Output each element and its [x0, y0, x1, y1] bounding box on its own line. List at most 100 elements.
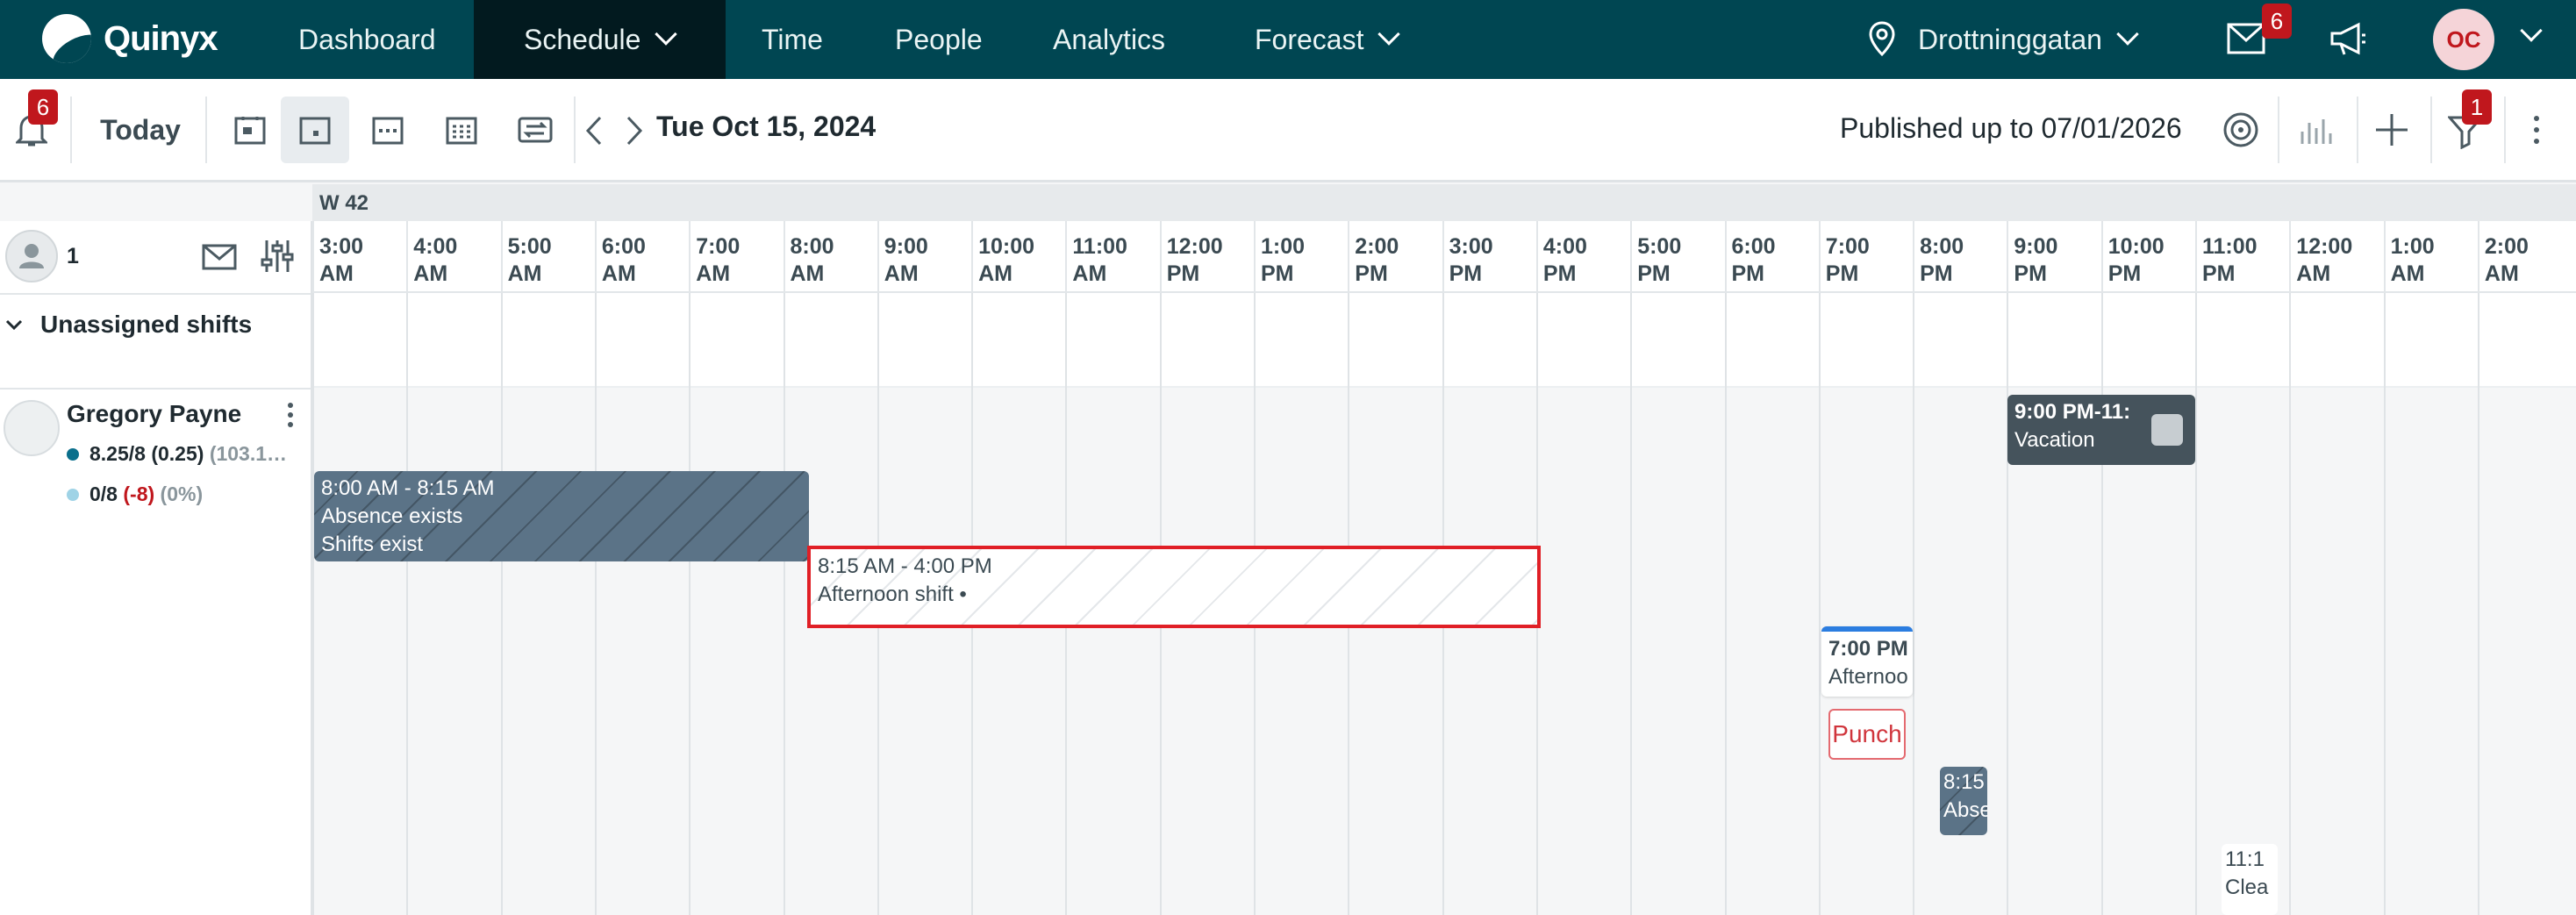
- hour-gridline: [1630, 293, 1633, 915]
- late-shift[interactable]: 11:1 Clea: [2222, 844, 2278, 915]
- hour-text-line: 1:00 AM: [2390, 234, 2435, 286]
- nav-people[interactable]: People: [895, 0, 983, 79]
- hour-label: 6:00 AM: [594, 221, 689, 293]
- add-icon[interactable]: [2374, 112, 2409, 147]
- hour-gridline: [2383, 293, 2386, 915]
- shift-time: 8:00 AM - 8:15 AM: [321, 476, 495, 500]
- view-day-button[interactable]: [281, 97, 349, 163]
- divider: [70, 97, 72, 163]
- hour-text-line: PM: [2107, 261, 2142, 286]
- evening-shift[interactable]: 7:00 PM Afternoo: [1821, 626, 1913, 697]
- hour-gridline: [406, 293, 409, 915]
- swap-view-button[interactable]: [502, 97, 569, 163]
- chevron-left-icon[interactable]: [584, 116, 604, 146]
- today-button[interactable]: Today: [88, 97, 193, 163]
- hour-label: 2:00 PM: [1348, 221, 1442, 293]
- hour-text: 3:00 PM: [1449, 233, 1531, 288]
- hour-label: 10:00 PM: [2100, 221, 2195, 293]
- divider: [205, 97, 207, 163]
- hour-text: 10:00 PM: [2108, 233, 2165, 288]
- sliders-icon[interactable]: [260, 239, 295, 274]
- hour-text-line: 5:00 PM: [1637, 234, 1682, 286]
- hour-text: 4:00 PM: [1543, 233, 1625, 288]
- nav-forecast[interactable]: Forecast: [1255, 0, 1401, 79]
- filter-badge: 1: [2462, 89, 2492, 125]
- punch-button[interactable]: Punch: [1828, 709, 1906, 760]
- hour-label: 2:00 AM: [2477, 221, 2572, 293]
- hour-text: 4:00 AM: [413, 233, 495, 288]
- divider: [2278, 97, 2279, 163]
- hour-label: 12:00 PM: [1159, 221, 1254, 293]
- vacation-shift[interactable]: 9:00 PM-11: Vacation: [2007, 395, 2195, 465]
- nav-schedule[interactable]: Schedule: [474, 0, 726, 79]
- hour-text-line: 7:00 AM: [696, 234, 741, 286]
- hour-text-line: PM: [2202, 261, 2236, 286]
- hour-text: 12:00 PM: [1167, 233, 1223, 288]
- shift-time: 8:15: [1943, 770, 1985, 794]
- hour-text-line: 12:00: [2296, 234, 2353, 259]
- checkbox[interactable]: [2151, 414, 2183, 446]
- nav-label: Schedule: [524, 23, 641, 55]
- chevron-right-icon[interactable]: [625, 116, 644, 146]
- scheduled-dot: [67, 448, 79, 461]
- absence-shift[interactable]: 8:00 AM - 8:15 AM Absence exists Shifts …: [314, 471, 809, 561]
- nav-time[interactable]: Time: [762, 0, 823, 79]
- quinyx-logo[interactable]: Quinyx: [42, 14, 218, 63]
- location-pin-icon: [1869, 21, 1895, 56]
- hour-text: 2:00 AM: [2485, 233, 2566, 288]
- nav-dashboard[interactable]: Dashboard: [298, 0, 436, 79]
- nav-label: Dashboard: [298, 23, 436, 55]
- selected-afternoon-shift[interactable]: 8:15 AM - 4:00 PM Afternoon shift •: [807, 546, 1541, 628]
- nav-label: Time: [762, 23, 823, 55]
- hour-gridline: [2007, 293, 2009, 915]
- employee-name[interactable]: Gregory Payne: [67, 400, 241, 428]
- megaphone-icon[interactable]: [2329, 21, 2367, 56]
- hours-stat-worked: 0/8 (-8) (0%): [67, 483, 203, 506]
- hour-label: 11:00 PM: [2195, 221, 2289, 293]
- shift-time: 7:00 PM: [1828, 637, 1908, 661]
- top-navigation: Quinyx Dashboard Schedule Time People An…: [0, 0, 2576, 79]
- nav-analytics[interactable]: Analytics: [1053, 0, 1165, 79]
- publish-icon[interactable]: [2222, 111, 2260, 149]
- scheduled-hours: 8.25/8 (0.25): [89, 442, 204, 465]
- swap-icon: [518, 117, 553, 143]
- shift-time: 11:1: [2225, 847, 2265, 871]
- unassigned-shifts-toggle[interactable]: Unassigned shifts: [0, 293, 311, 388]
- current-date[interactable]: Tue Oct 15, 2024: [656, 111, 876, 143]
- nav-label: Analytics: [1053, 23, 1166, 55]
- bar-chart-icon[interactable]: [2299, 112, 2334, 147]
- envelope-icon[interactable]: [202, 244, 237, 270]
- user-avatar[interactable]: OC: [2433, 9, 2494, 70]
- unassigned-row: [0, 293, 2576, 388]
- hour-text: 11:00 PM: [2202, 233, 2258, 288]
- view-week-button[interactable]: [354, 97, 421, 163]
- hour-text-line: 12:00: [1166, 234, 1223, 259]
- more-vertical-icon[interactable]: [286, 402, 295, 428]
- hour-text-line: 4:00 PM: [1542, 234, 1587, 286]
- hour-label: 9:00 AM: [877, 221, 971, 293]
- hour-label: 8:00 AM: [783, 221, 877, 293]
- view-shift-button[interactable]: [219, 97, 281, 163]
- worked-percent: (0%): [160, 483, 204, 505]
- hour-gridline: [594, 293, 597, 915]
- shift-label: Abse: [1943, 798, 1987, 822]
- more-vertical-icon[interactable]: [2532, 114, 2541, 146]
- hour-text: 12:00 AM: [2296, 233, 2352, 288]
- hour-text-line: 4:00 AM: [413, 234, 458, 286]
- small-absence-shift[interactable]: 8:15 Abse: [1940, 767, 1987, 835]
- employee-avatar[interactable]: [4, 400, 60, 456]
- hour-text-line: 8:00 PM: [1920, 234, 1964, 286]
- chevron-down-icon[interactable]: [2520, 19, 2543, 42]
- unassigned-label: Unassigned shifts: [40, 311, 253, 338]
- nav-label: People: [895, 23, 983, 55]
- divider: [2504, 97, 2506, 163]
- view-month-button[interactable]: [428, 97, 495, 163]
- hour-label: 4:00 AM: [406, 221, 500, 293]
- hour-text: 10:00 AM: [978, 233, 1034, 288]
- hour-label: 7:00 PM: [1818, 221, 1913, 293]
- day-view-icon: [299, 117, 331, 145]
- hour-label: 12:00 AM: [2289, 221, 2383, 293]
- employee-row-header: Gregory Payne 8.25/8 (0.25) (103.1… 0/8 …: [0, 388, 311, 915]
- mail-icon[interactable]: [2227, 23, 2265, 54]
- location-selector[interactable]: Drottninggatan: [1918, 0, 2139, 79]
